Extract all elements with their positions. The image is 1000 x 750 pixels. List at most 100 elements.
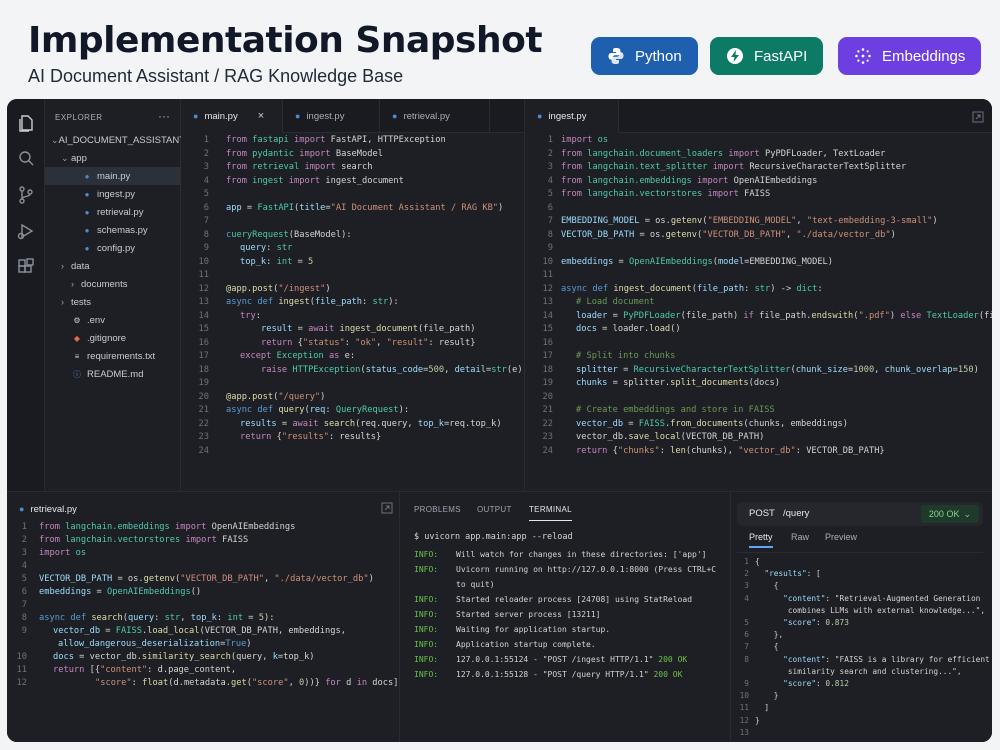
explorer-item-label: documents <box>81 278 128 290</box>
terminal-line: to quit) <box>414 580 495 589</box>
tab-ingest-py[interactable]: ● ingest.py <box>283 99 380 133</box>
split-editor-icon[interactable] <box>972 110 984 128</box>
embeddings-badge: Embeddings <box>838 37 982 75</box>
explorer-item-label: data <box>71 260 90 272</box>
line-number: 2 <box>744 569 749 579</box>
json-line: "content": "Retrieval-Augmented Generati… <box>783 593 981 603</box>
terminal-line: INFO: 127.0.0.1:55124 - "POST /ingest HTT… <box>414 655 687 664</box>
tab-label: main.py <box>204 110 238 122</box>
explorer-item[interactable]: › documents <box>45 275 181 293</box>
log-level: INFO: <box>414 625 439 634</box>
embeddings-badge-label: Embeddings <box>882 47 966 65</box>
explorer-item-label: config.py <box>97 242 136 254</box>
line-number: 1 <box>744 557 749 566</box>
terminal-tabbar: PROBLEMS OUTPUT TERMINAL <box>400 492 730 526</box>
json-line: } <box>755 715 760 725</box>
tab-pretty[interactable]: Pretty <box>749 532 773 548</box>
explorer-item[interactable]: ≡ requirements.txt <box>45 347 181 365</box>
more-icon[interactable]: ··· <box>158 109 170 123</box>
json-line: { <box>755 642 779 652</box>
log-level: INFO: <box>414 655 439 664</box>
request-path[interactable]: /query <box>783 508 809 519</box>
explorer-item[interactable]: ● retrieval.py <box>45 203 181 221</box>
sparkle-icon <box>854 47 872 65</box>
close-icon[interactable]: × <box>258 110 264 122</box>
response-body[interactable]: 1 2 3 4 5 6 7 8 9 10 11 12 13{ "results": [ { "conte… <box>737 552 990 737</box>
explorer-item-label: .gitignore <box>87 332 127 344</box>
explorer-item[interactable]: ● ingest.py <box>45 185 181 203</box>
http-method[interactable]: POST <box>749 508 775 519</box>
explorer-item[interactable]: ● schemas.py <box>45 221 181 239</box>
explorer-item-label: ingest.py <box>97 188 136 200</box>
log-level: INFO: <box>414 640 439 649</box>
explorer-item[interactable]: ● main.py <box>45 167 181 185</box>
explorer-item[interactable]: › data <box>45 257 181 275</box>
terminal-panel: PROBLEMS OUTPUT TERMINAL $ uvicorn app.m… <box>400 491 730 742</box>
git-icon: ◆ <box>73 333 81 343</box>
tab-terminal[interactable]: TERMINAL <box>529 505 572 521</box>
explorer-item-label: tests <box>71 296 92 308</box>
python-file-icon: ● <box>84 243 90 253</box>
json-line: "results": [ <box>764 569 821 579</box>
tab-main-py[interactable]: ● main.py × <box>181 99 283 133</box>
source-control-icon[interactable] <box>16 185 36 205</box>
python-icon <box>607 47 625 65</box>
request-bar[interactable]: POST /query 200 OK ⌄ <box>737 502 983 526</box>
chevron-down-icon: ⌄ <box>963 508 971 519</box>
log-level: INFO: <box>414 610 439 619</box>
tab-retrieval-py[interactable]: ● retrieval.py <box>7 492 105 526</box>
env-file-icon: ⚙ <box>73 315 81 325</box>
split-editor-icon[interactable] <box>381 501 393 519</box>
status-ok: 200 OK <box>653 670 683 679</box>
json-line: combines LLMs with external knowledge...… <box>755 605 986 615</box>
explorer-item[interactable]: ◆ .gitignore <box>45 329 181 347</box>
editor-ingest: ● ingest.py 1 import os 2 from langchain.d… <box>525 99 992 491</box>
log-text: Application startup complete. <box>456 640 596 649</box>
explorer-item-label: README.md <box>87 368 144 380</box>
explorer-item[interactable]: › tests <box>45 293 181 311</box>
explorer-item-label: AI_DOCUMENT_ASSISTANT <box>58 134 186 146</box>
line-number: 13 <box>739 727 749 737</box>
explorer-item[interactable]: ⌄ AI_DOCUMENT_ASSISTANT <box>45 131 185 149</box>
run-debug-icon[interactable] <box>16 221 36 241</box>
log-text: 127.0.0.1:55128 - "POST /query HTTP/1.1" <box>456 670 654 679</box>
explorer-item[interactable]: ⌄ app <box>45 149 181 167</box>
tab-problems[interactable]: PROBLEMS <box>414 505 461 514</box>
status-badge[interactable]: 200 OK ⌄ <box>920 505 979 523</box>
terminal-line: INFO: 127.0.0.1:55128 - "POST /query HTTP… <box>414 670 682 679</box>
line-number: 11 <box>739 703 749 713</box>
log-level: INFO: <box>414 565 439 574</box>
line-number: 9 <box>744 679 749 688</box>
python-badge-label: Python <box>635 47 682 65</box>
tab-raw[interactable]: Raw <box>791 532 809 542</box>
log-level: INFO: <box>414 670 439 679</box>
activity-bar <box>7 99 45 491</box>
python-file-icon: ● <box>84 171 90 181</box>
line-number: 7 <box>744 642 749 652</box>
search-icon[interactable] <box>16 149 36 169</box>
tab-label: ingest.py <box>548 110 587 122</box>
page-subtitle: AI Document Assistant / RAG Knowledge Ba… <box>28 66 404 86</box>
json-line: similarity search and clustering...", <box>755 666 962 676</box>
explorer-item[interactable]: ● config.py <box>45 239 181 257</box>
explorer-panel: EXPLORER ··· ⌄ AI_DOCUMENT_ASSISTANT ⌄ app ●… <box>45 99 185 491</box>
files-icon[interactable] <box>16 113 36 133</box>
editor-retrieval: ● retrieval.py 1 from langchain.embedding… <box>7 491 399 742</box>
line-number: 5 <box>744 618 749 627</box>
explorer-item[interactable]: ⓘ README.md <box>45 365 181 383</box>
line-number: 12 <box>739 715 749 725</box>
log-text: 127.0.0.1:55124 - "POST /ingest HTTP/1.1… <box>456 655 659 664</box>
tab-output[interactable]: OUTPUT <box>477 505 512 514</box>
editor-main-tabbar: ● main.py × ● ingest.py ● retrieval.py <box>181 99 524 133</box>
tab-ingest-py[interactable]: ● ingest.py <box>525 99 619 133</box>
python-file-icon: ● <box>537 111 543 121</box>
page-title: Implementation Snapshot <box>28 20 543 61</box>
api-client-panel: POST /query 200 OK ⌄ Pretty Raw Preview … <box>731 491 992 742</box>
explorer-item[interactable]: ⚙ .env <box>45 311 181 329</box>
tab-retrieval-py[interactable]: ● retrieval.py <box>380 99 490 133</box>
extensions-icon[interactable] <box>16 257 36 277</box>
tab-preview[interactable]: Preview <box>825 532 857 542</box>
json-line: ] <box>755 703 770 713</box>
chevron-icon: ⌄ <box>51 134 59 145</box>
line-number: 4 <box>744 593 749 603</box>
